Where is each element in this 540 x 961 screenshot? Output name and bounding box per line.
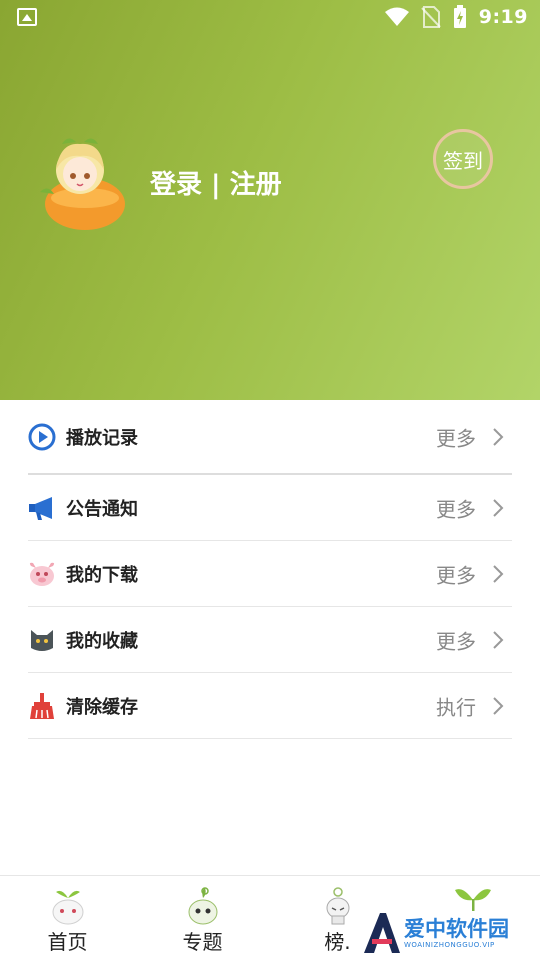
sprout-mascot-icon xyxy=(326,887,349,925)
chevron-right-icon xyxy=(493,427,504,446)
megaphone-icon xyxy=(29,496,52,520)
chevron-right-icon xyxy=(493,696,504,715)
menu-item-downloads[interactable]: 我的下载 更多 xyxy=(28,541,512,607)
menu-item-favorites[interactable]: 我的收藏 更多 xyxy=(28,607,512,673)
menu-list: 播放记录 更多 公告通知 更多 我的下载 更多 我的收藏 更多 清除缓存 执行 xyxy=(0,400,540,739)
watermark-title: 爱中软件园 xyxy=(404,917,509,941)
more-link[interactable]: 更多 xyxy=(436,559,476,588)
more-link[interactable]: 更多 xyxy=(436,625,476,654)
sign-in-button[interactable]: 签到 xyxy=(433,129,493,189)
more-link[interactable]: 更多 xyxy=(436,493,476,522)
watermark: 爱中软件园 WOAINIZHONGGUO.VIP xyxy=(360,905,540,960)
chevron-right-icon xyxy=(493,630,504,649)
menu-item-label: 播放记录 xyxy=(66,427,138,449)
clock: 9:19 xyxy=(478,6,528,28)
more-link[interactable]: 更多 xyxy=(436,422,476,451)
tab-home[interactable]: 首页 xyxy=(0,876,135,961)
broom-icon xyxy=(30,692,54,719)
chevron-right-icon xyxy=(493,498,504,517)
image-notification-icon xyxy=(17,8,37,26)
login-register-link[interactable]: 登录 | 注册 xyxy=(150,164,282,201)
execute-link[interactable]: 执行 xyxy=(436,691,476,720)
cat-icon xyxy=(31,629,53,651)
tab-topics[interactable]: 专题 xyxy=(135,876,270,961)
watermark-logo xyxy=(364,913,400,953)
pink-creature-icon xyxy=(29,562,55,586)
menu-item-label: 清除缓存 xyxy=(66,696,138,718)
menu-item-clear-cache[interactable]: 清除缓存 执行 xyxy=(28,673,512,739)
avatar[interactable] xyxy=(30,132,130,232)
status-bar: 9:19 xyxy=(0,0,540,36)
profile-header: 9:19 登录 | 注册 签到 xyxy=(0,0,540,400)
wifi-icon xyxy=(384,7,409,26)
menu-item-label: 我的收藏 xyxy=(66,630,138,652)
tab-label: 专题 xyxy=(182,930,223,954)
chevron-right-icon xyxy=(493,564,504,583)
menu-item-play-history[interactable]: 播放记录 更多 xyxy=(28,400,512,475)
menu-item-label: 公告通知 xyxy=(66,498,138,520)
watermark-subtitle: WOAINIZHONGGUO.VIP xyxy=(404,941,495,949)
tab-label: 首页 xyxy=(47,930,88,954)
menu-item-label: 我的下载 xyxy=(66,564,138,586)
no-sim-icon xyxy=(421,6,441,28)
sprout-mascot-icon xyxy=(52,890,83,925)
menu-item-announcements[interactable]: 公告通知 更多 xyxy=(28,475,512,541)
play-circle-icon xyxy=(28,423,56,450)
sprout-mascot-icon xyxy=(188,887,217,925)
battery-charging-icon xyxy=(453,5,466,28)
